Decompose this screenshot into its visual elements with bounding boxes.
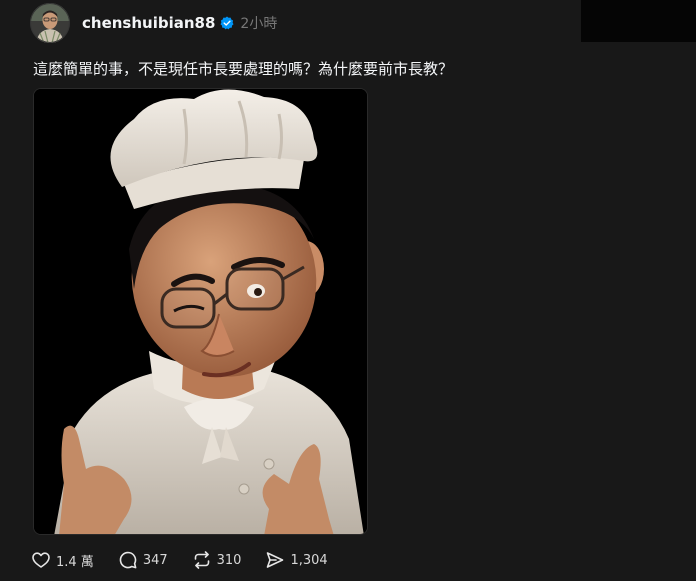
avatar[interactable] <box>30 3 70 43</box>
repost-count: 310 <box>216 552 242 568</box>
cartoon-chef-image <box>34 89 367 534</box>
share-count: 1,304 <box>290 552 328 568</box>
verified-badge-icon <box>220 16 234 30</box>
post-header: chenshuibian88 2小時 <box>30 3 277 43</box>
repost-button[interactable]: 310 <box>192 550 242 570</box>
reply-button[interactable]: 347 <box>118 550 168 570</box>
heart-icon <box>32 552 50 568</box>
share-button[interactable]: 1,304 <box>265 550 328 570</box>
repost-icon <box>194 551 209 569</box>
like-button[interactable]: 1.4 萬 <box>31 550 94 570</box>
post-card: chenshuibian88 2小時 這麼簡單的事，不是現任市長要處理的嗎？為什… <box>0 0 696 581</box>
redacted-block <box>581 0 696 42</box>
comment-icon <box>119 551 137 569</box>
like-count: 1.4 萬 <box>56 554 94 570</box>
reply-count: 347 <box>142 552 168 568</box>
avatar-photo-icon <box>30 3 70 43</box>
post-text: 這麼簡單的事，不是現任市長要處理的嗎？為什麼要前市長教？ <box>33 60 454 78</box>
share-icon <box>267 552 284 568</box>
post-image[interactable] <box>33 88 368 535</box>
author-username[interactable]: chenshuibian88 <box>82 14 215 32</box>
post-actions: 1.4 萬 347 310 1,304 <box>31 548 352 572</box>
post-timestamp[interactable]: 2小時 <box>240 13 277 33</box>
